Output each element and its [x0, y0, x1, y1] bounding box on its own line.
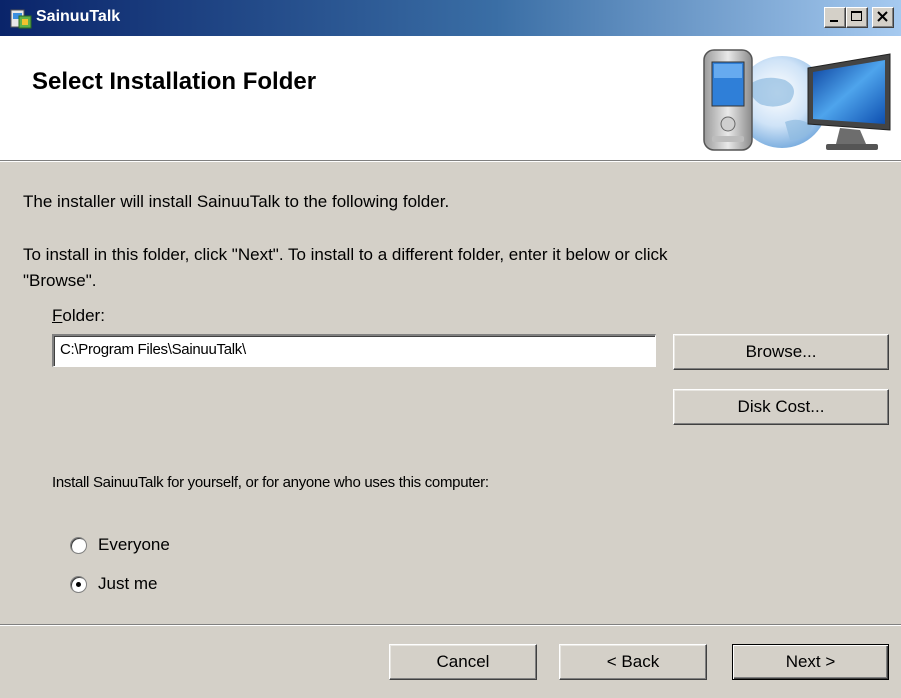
close-button[interactable] — [872, 7, 894, 28]
header-divider-highlight — [0, 161, 901, 162]
radio-button-unchecked[interactable] — [70, 537, 87, 554]
page-title: Select Installation Folder — [32, 68, 317, 95]
back-button[interactable]: < Back — [559, 644, 707, 680]
folder-label-accelerator: F — [52, 306, 63, 325]
next-button[interactable]: Next > — [732, 644, 889, 680]
intro-text: The installer will install SainuuTalk to… — [23, 192, 450, 211]
folder-label: Folder: — [52, 306, 105, 326]
header-banner: Select Installation Folder — [0, 36, 901, 160]
window-title: SainuuTalk — [36, 8, 121, 25]
minimize-icon — [830, 20, 838, 22]
instructions-text-line2: "Browse". — [23, 271, 97, 290]
installer-app-icon — [10, 9, 32, 29]
device-globe-monitor-icon — [703, 49, 891, 151]
maximize-icon — [851, 11, 862, 21]
radio-dot — [76, 582, 81, 587]
title-bar[interactable]: SainuuTalk — [0, 0, 901, 36]
radio-label-everyone[interactable]: Everyone — [98, 535, 170, 555]
radio-button-checked[interactable] — [70, 576, 87, 593]
minimize-button[interactable] — [824, 7, 846, 28]
folder-path-input[interactable]: C:\Program Files\SainuuTalk\ — [52, 334, 656, 367]
folder-label-text: older: — [62, 306, 105, 325]
close-icon — [877, 11, 888, 22]
disk-cost-button[interactable]: Disk Cost... — [673, 389, 889, 425]
installer-window: SainuuTalk Select Installation Folder Th… — [0, 0, 901, 698]
browse-button[interactable]: Browse... — [673, 334, 889, 370]
install-scope-text: Install SainuuTalk for yourself, or for … — [52, 474, 489, 491]
cancel-button[interactable]: Cancel — [389, 644, 537, 680]
footer-divider-highlight — [0, 625, 901, 626]
instructions-text-line1: To install in this folder, click "Next".… — [23, 245, 668, 264]
maximize-button[interactable] — [846, 7, 868, 28]
radio-label-just-me[interactable]: Just me — [98, 574, 158, 594]
